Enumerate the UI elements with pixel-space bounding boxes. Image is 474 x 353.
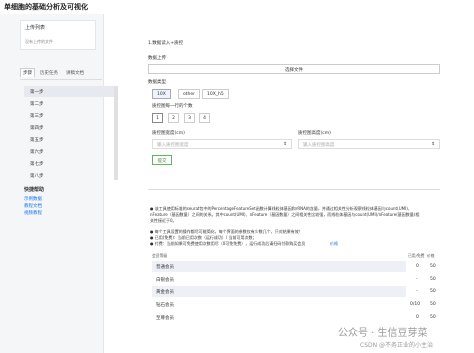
table-cell-used: 0/10 [410,302,421,307]
sample-option-4[interactable]: 4 [199,113,210,123]
data-type-label: 数据类型 [148,80,166,85]
upload-list-empty: 没有上传的文件 [25,39,53,44]
table-cell-used: 0 [416,264,419,269]
table-cell-price: 50 [430,264,436,269]
divider [148,189,440,190]
upload-label: 数据上传 [148,56,166,61]
step-item-7[interactable]: 第七步 [24,158,114,169]
step-item-8[interactable]: 第八步 [24,170,114,181]
table-row: 普通会员 [152,261,406,272]
submit-button[interactable]: 提交 [152,155,172,165]
tab-history[interactable]: 历史任务 [40,70,58,76]
watermark-wechat: 公众号 · 生信豆芽菜 [338,328,428,339]
help-link-sample-data[interactable]: 示例数据 [24,196,44,203]
quick-help: 快捷帮助 示例数据 教程文档 视频教程 [24,186,44,217]
desc-line-1: ● 该工具使用标准的seurat包中的PercentageFeatureSet函… [150,206,420,223]
quick-help-title: 快捷帮助 [24,187,45,193]
width-input[interactable]: 输入质控图宽度 ⇕ [152,139,292,149]
width-placeholder: 输入质控图宽度 [157,143,189,148]
type-option-10x[interactable]: 10X [152,89,171,99]
step-list-scrollbar[interactable] [114,86,118,180]
table-row: 钻石会员 [156,303,174,308]
help-link-video[interactable]: 视频教程 [24,210,44,217]
width-stepper-icon[interactable]: ⇕ [283,142,287,147]
tab-steps[interactable]: 步骤 [20,68,35,77]
height-placeholder: 输入质控图高度 [303,143,335,148]
upload-list-card: 上传列表 没有上传的文件 [20,20,96,50]
sidebar-tabs: 步骤 历史任务 讲稿文档 [20,68,102,80]
col-header-used: 已用/免费 [408,253,425,258]
width-label: 质控图宽度(cm) [152,131,185,136]
type-option-other[interactable]: other [178,89,200,99]
col-header-price: 价格 [427,253,435,258]
tab-docs[interactable]: 讲稿文档 [66,70,84,76]
sample-count-label: 质控图每一行的个数 [152,104,193,109]
step-item-4[interactable]: 第四步 [24,122,114,133]
table-cell-price: 50 [430,289,436,294]
step-item-2[interactable]: 第二步 [24,98,114,109]
price-link[interactable]: 价格 [330,241,350,247]
table-row: 黄金会员 [152,286,406,297]
height-label: 质控图高度(cm) [298,131,331,136]
table-cell-used: - [416,277,418,282]
step-item-1[interactable]: 第一步 [24,86,114,97]
app-title: 单细胞的基础分析及可视化 [4,3,88,11]
table-row: 白银会员 [156,278,174,283]
watermark-csdn: CSDN @不务正业的小主治 [360,342,434,349]
table-cell-price: 50 [430,302,436,307]
sample-option-3[interactable]: 3 [184,113,195,123]
type-option-10x-h5[interactable]: 10X_h5 [202,89,229,99]
sample-option-2[interactable]: 2 [168,113,179,123]
step-item-3[interactable]: 第三步 [24,110,114,121]
section-title: 1.数据读入+质控 [148,41,184,46]
col-header-member: 会员等级 [152,253,168,258]
sample-option-1[interactable]: 1 [152,113,163,123]
choose-file-button[interactable]: 选择文件 [148,64,440,74]
upload-list-title: 上传列表 [25,25,46,31]
height-input[interactable]: 输入质控图高度 ⇕ [298,139,440,149]
step-item-5[interactable]: 第五步 [24,134,114,145]
table-cell-used: 0 [416,315,419,320]
table-cell-used: - [416,289,418,294]
step-item-6[interactable]: 第六步 [24,146,114,157]
help-link-tutorial[interactable]: 教程文档 [24,203,44,210]
height-stepper-icon[interactable]: ⇕ [431,142,435,147]
table-cell-price: 50 [430,315,436,320]
app-header: 单细胞的基础分析及可视化 [0,0,474,14]
desc-line-4: ● 付费：当前如果可免费使用次数用尽（0可免免费），运行成功后请扫码付款购买会员 [150,241,306,246]
table-row: 至尊会员 [156,316,174,321]
table-cell-price: 50 [430,277,436,282]
sidebar [0,14,104,353]
